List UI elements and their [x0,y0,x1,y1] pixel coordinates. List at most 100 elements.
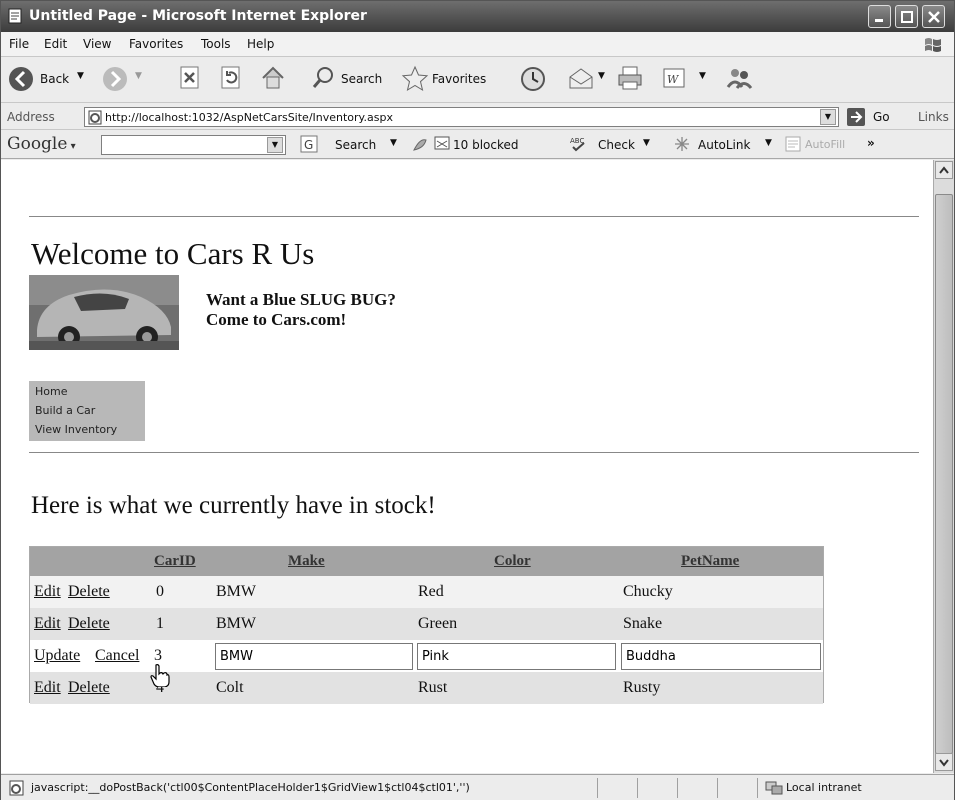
messenger-button[interactable] [725,65,755,95]
table-row: Edit Delete 4 Colt Rust Rusty [30,672,823,704]
printer-icon [618,66,642,90]
scroll-down-button[interactable] [935,753,953,771]
edit-word-button[interactable]: W ▼ [661,65,713,95]
google-toolbar: Google ▾ ▼ G Search ▼ 10 blocked ABC Che… [1,131,954,159]
ad-banner[interactable]: Want a Blue SLUG BUG? Come to Cars.com! [206,290,396,330]
car-photo-image [29,275,179,350]
site-menu: Home Build a Car View Inventory [29,381,145,441]
word-icon: W [663,68,685,88]
cell-color: Red [418,583,444,600]
address-dropdown-icon[interactable]: ▼ [820,109,836,125]
print-button[interactable] [616,65,646,95]
status-divider [637,778,638,798]
top-divider [29,216,919,217]
autofill-button[interactable]: AutoFill [784,135,860,155]
address-input[interactable]: http://localhost:1032/AspNetCarsSite/Inv… [84,107,839,127]
standard-toolbar: Back ▼ ▼ Search Favorites ▼ W ▼ [1,58,954,103]
go-button[interactable]: Go [846,107,896,127]
cell-carid: 0 [156,583,164,600]
autolink-button[interactable]: AutoLink ▼ [673,135,785,155]
cell-color: Green [418,615,458,632]
history-button[interactable] [519,65,549,95]
menu-tools[interactable]: Tools [201,37,231,51]
forward-dropdown-icon[interactable]: ▼ [135,71,142,81]
refresh-button[interactable] [219,65,245,95]
forward-arrow-icon [103,67,127,91]
close-button[interactable] [922,5,945,28]
scroll-up-button[interactable] [935,161,953,179]
update-link[interactable]: Update [34,647,80,665]
spell-check-button[interactable]: ABC Check ▼ [569,135,669,155]
stop-icon [180,66,199,89]
status-divider [717,778,718,798]
cell-petname: Snake [623,615,663,632]
scroll-thumb[interactable] [935,194,953,754]
menu-favorites[interactable]: Favorites [129,37,183,51]
edit-link[interactable]: Edit [34,679,61,697]
popup-blocker-button[interactable]: 10 blocked [433,135,551,155]
svg-text:G: G [304,138,313,152]
back-button[interactable]: Back ▼ [7,65,89,95]
column-header-make[interactable]: Make [288,553,325,570]
google-search-dropdown-icon[interactable]: ▼ [267,137,283,153]
address-bar: Address http://localhost:1032/AspNetCars… [1,104,954,130]
maximize-icon [901,11,913,23]
site-menu-home[interactable]: Home [35,385,67,398]
hand-pointer-icon [150,664,170,687]
menu-file[interactable]: File [9,37,29,51]
stop-button[interactable] [178,65,204,95]
home-button[interactable] [259,65,287,95]
pagerank-icon[interactable] [411,136,429,154]
petname-field[interactable] [621,643,821,670]
delete-link[interactable]: Delete [68,679,110,697]
mail-icon [569,68,593,89]
address-url: http://localhost:1032/AspNetCarsSite/Inv… [105,111,393,124]
google-search-button[interactable]: G Search ▼ [300,135,400,155]
page-content: Welcome to Cars R Us Want a Blue SLUG BU… [1,160,933,773]
search-button[interactable]: Search [311,65,395,95]
autolink-sparkle-icon [675,137,689,151]
google-more-button[interactable]: » [867,136,875,150]
column-header-color[interactable]: Color [494,553,531,570]
menu-edit[interactable]: Edit [44,37,67,51]
svg-text:W: W [667,73,680,86]
favorites-button[interactable]: Favorites [401,65,501,95]
column-header-carid[interactable]: CarID [154,553,196,570]
column-header-petname[interactable]: PetName [681,553,739,570]
google-logo[interactable]: Google ▾ [7,134,76,154]
menu-bar: File Edit View Favorites Tools Help [1,32,954,57]
site-menu-view-inventory[interactable]: View Inventory [35,423,117,436]
star-icon [401,65,429,92]
spell-check-icon: ABC [570,137,585,152]
maximize-button[interactable] [895,5,918,28]
links-button[interactable]: Links [918,110,949,124]
delete-link[interactable]: Delete [68,615,110,633]
mail-dropdown-icon[interactable]: ▼ [598,71,605,81]
autofill-form-icon [785,136,801,152]
site-menu-build-a-car[interactable]: Build a Car [35,404,95,417]
menu-view[interactable]: View [83,37,111,51]
delete-link[interactable]: Delete [68,583,110,601]
forward-button[interactable]: ▼ [101,65,147,95]
status-divider [757,778,758,798]
edit-dropdown-icon[interactable]: ▼ [699,71,706,81]
title-bar: Untitled Page - Microsoft Internet Explo… [1,1,954,32]
google-search-input[interactable]: ▼ [101,135,286,155]
ie-page-icon [8,8,22,24]
status-text: javascript:__doPostBack('ctl00$ContentPl… [31,781,470,794]
vertical-scrollbar[interactable] [933,160,954,773]
mail-button[interactable]: ▼ [567,65,613,95]
security-zone: Local intranet [786,781,862,794]
table-row-editing: Update Cancel 3 [30,640,823,672]
menu-help[interactable]: Help [247,37,274,51]
color-field[interactable] [417,643,616,670]
edit-link[interactable]: Edit [34,583,61,601]
table-row: Edit Delete 1 BMW Green Snake [30,608,823,640]
make-field[interactable] [215,643,413,670]
cancel-link[interactable]: Cancel [95,647,139,665]
edit-link[interactable]: Edit [34,615,61,633]
back-dropdown-icon[interactable]: ▼ [77,71,84,81]
menu-divider [29,452,919,453]
ie-page-icon [88,110,102,125]
minimize-button[interactable] [868,5,891,28]
